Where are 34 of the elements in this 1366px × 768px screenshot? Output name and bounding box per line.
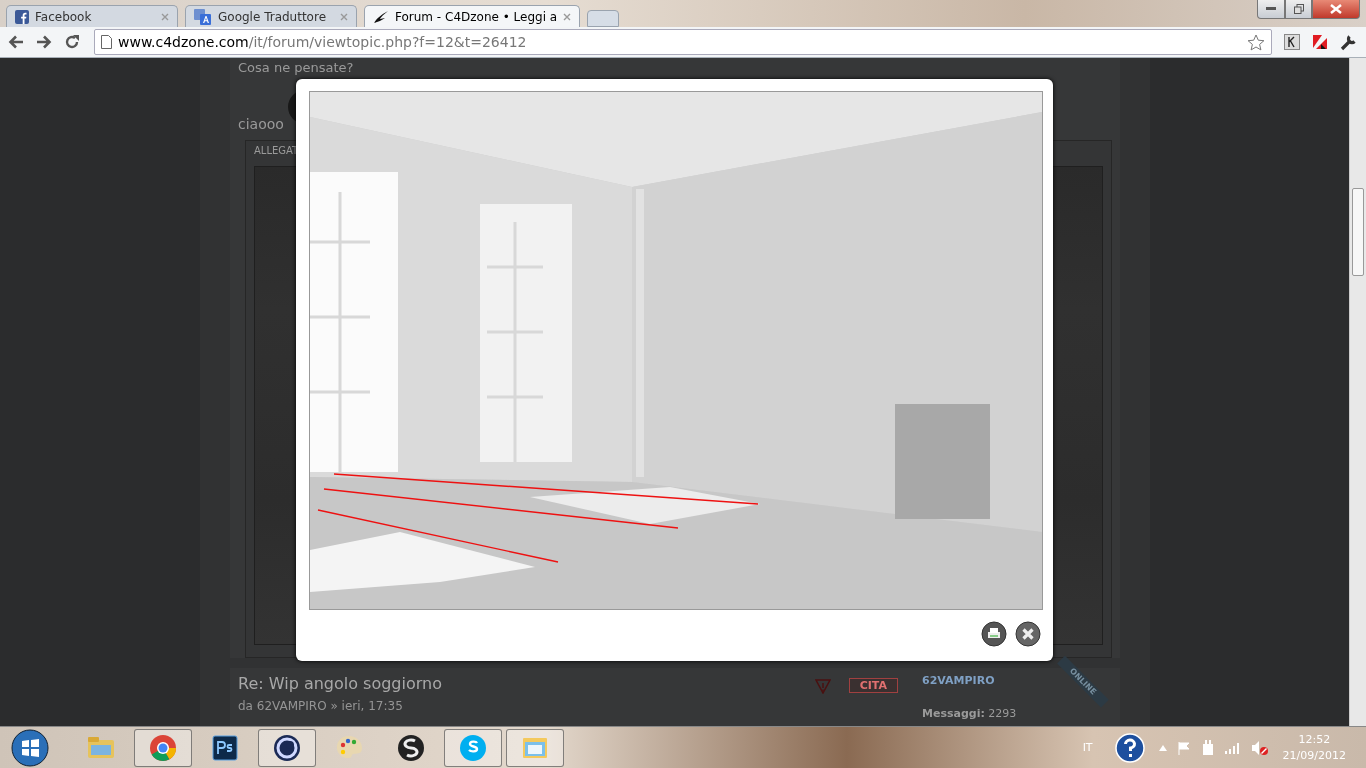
scrollbar[interactable] (1349, 58, 1366, 726)
quote-button[interactable]: CITA (848, 678, 898, 693)
forward-icon[interactable] (36, 35, 52, 49)
attachments-label: ALLEGAT (254, 145, 300, 156)
restore-icon (1293, 4, 1304, 14)
facebook-icon (15, 9, 29, 24)
translate-icon (194, 8, 212, 25)
muted-speaker-icon[interactable] (1250, 739, 1269, 756)
print-icon[interactable] (981, 621, 1007, 647)
close-window-button[interactable] (1312, 0, 1360, 19)
browser-tab[interactable]: Facebook (6, 5, 178, 27)
wrench-icon[interactable] (1340, 33, 1358, 51)
posts-count: Messaggi: 2293 (922, 707, 1018, 720)
star-icon[interactable] (1247, 33, 1265, 51)
k-extension-icon[interactable] (1284, 34, 1300, 50)
post-title: Re: Wip angolo soggiorno (238, 674, 443, 693)
minimize-button[interactable] (1257, 0, 1285, 19)
reply-text: ciaooo (238, 116, 285, 132)
address-field[interactable]: www.c4dzone.com/it/forum/viewtopic.php?f=12&t=26412 (94, 29, 1272, 55)
close-icon (1330, 4, 1342, 14)
browser-tab[interactable]: Forum - C4Dzone • Leggi a (364, 5, 581, 27)
shield-extension-icon[interactable] (1312, 34, 1328, 50)
post-byline: da 62VAMPIRO » ieri, 17:35 (238, 699, 404, 713)
minimize-icon (1266, 7, 1276, 11)
post-text: Cosa ne pensate? (238, 60, 355, 76)
start-button[interactable] (10, 727, 50, 768)
page-icon (101, 35, 112, 49)
help-icon[interactable] (1114, 732, 1145, 763)
close-icon[interactable] (1015, 621, 1041, 647)
taskbar-button[interactable] (258, 728, 316, 767)
restore-button[interactable] (1285, 0, 1312, 19)
back-icon[interactable] (8, 35, 24, 49)
reload-icon[interactable] (64, 34, 80, 50)
browser-tab[interactable]: Google Traduttore (185, 5, 357, 27)
